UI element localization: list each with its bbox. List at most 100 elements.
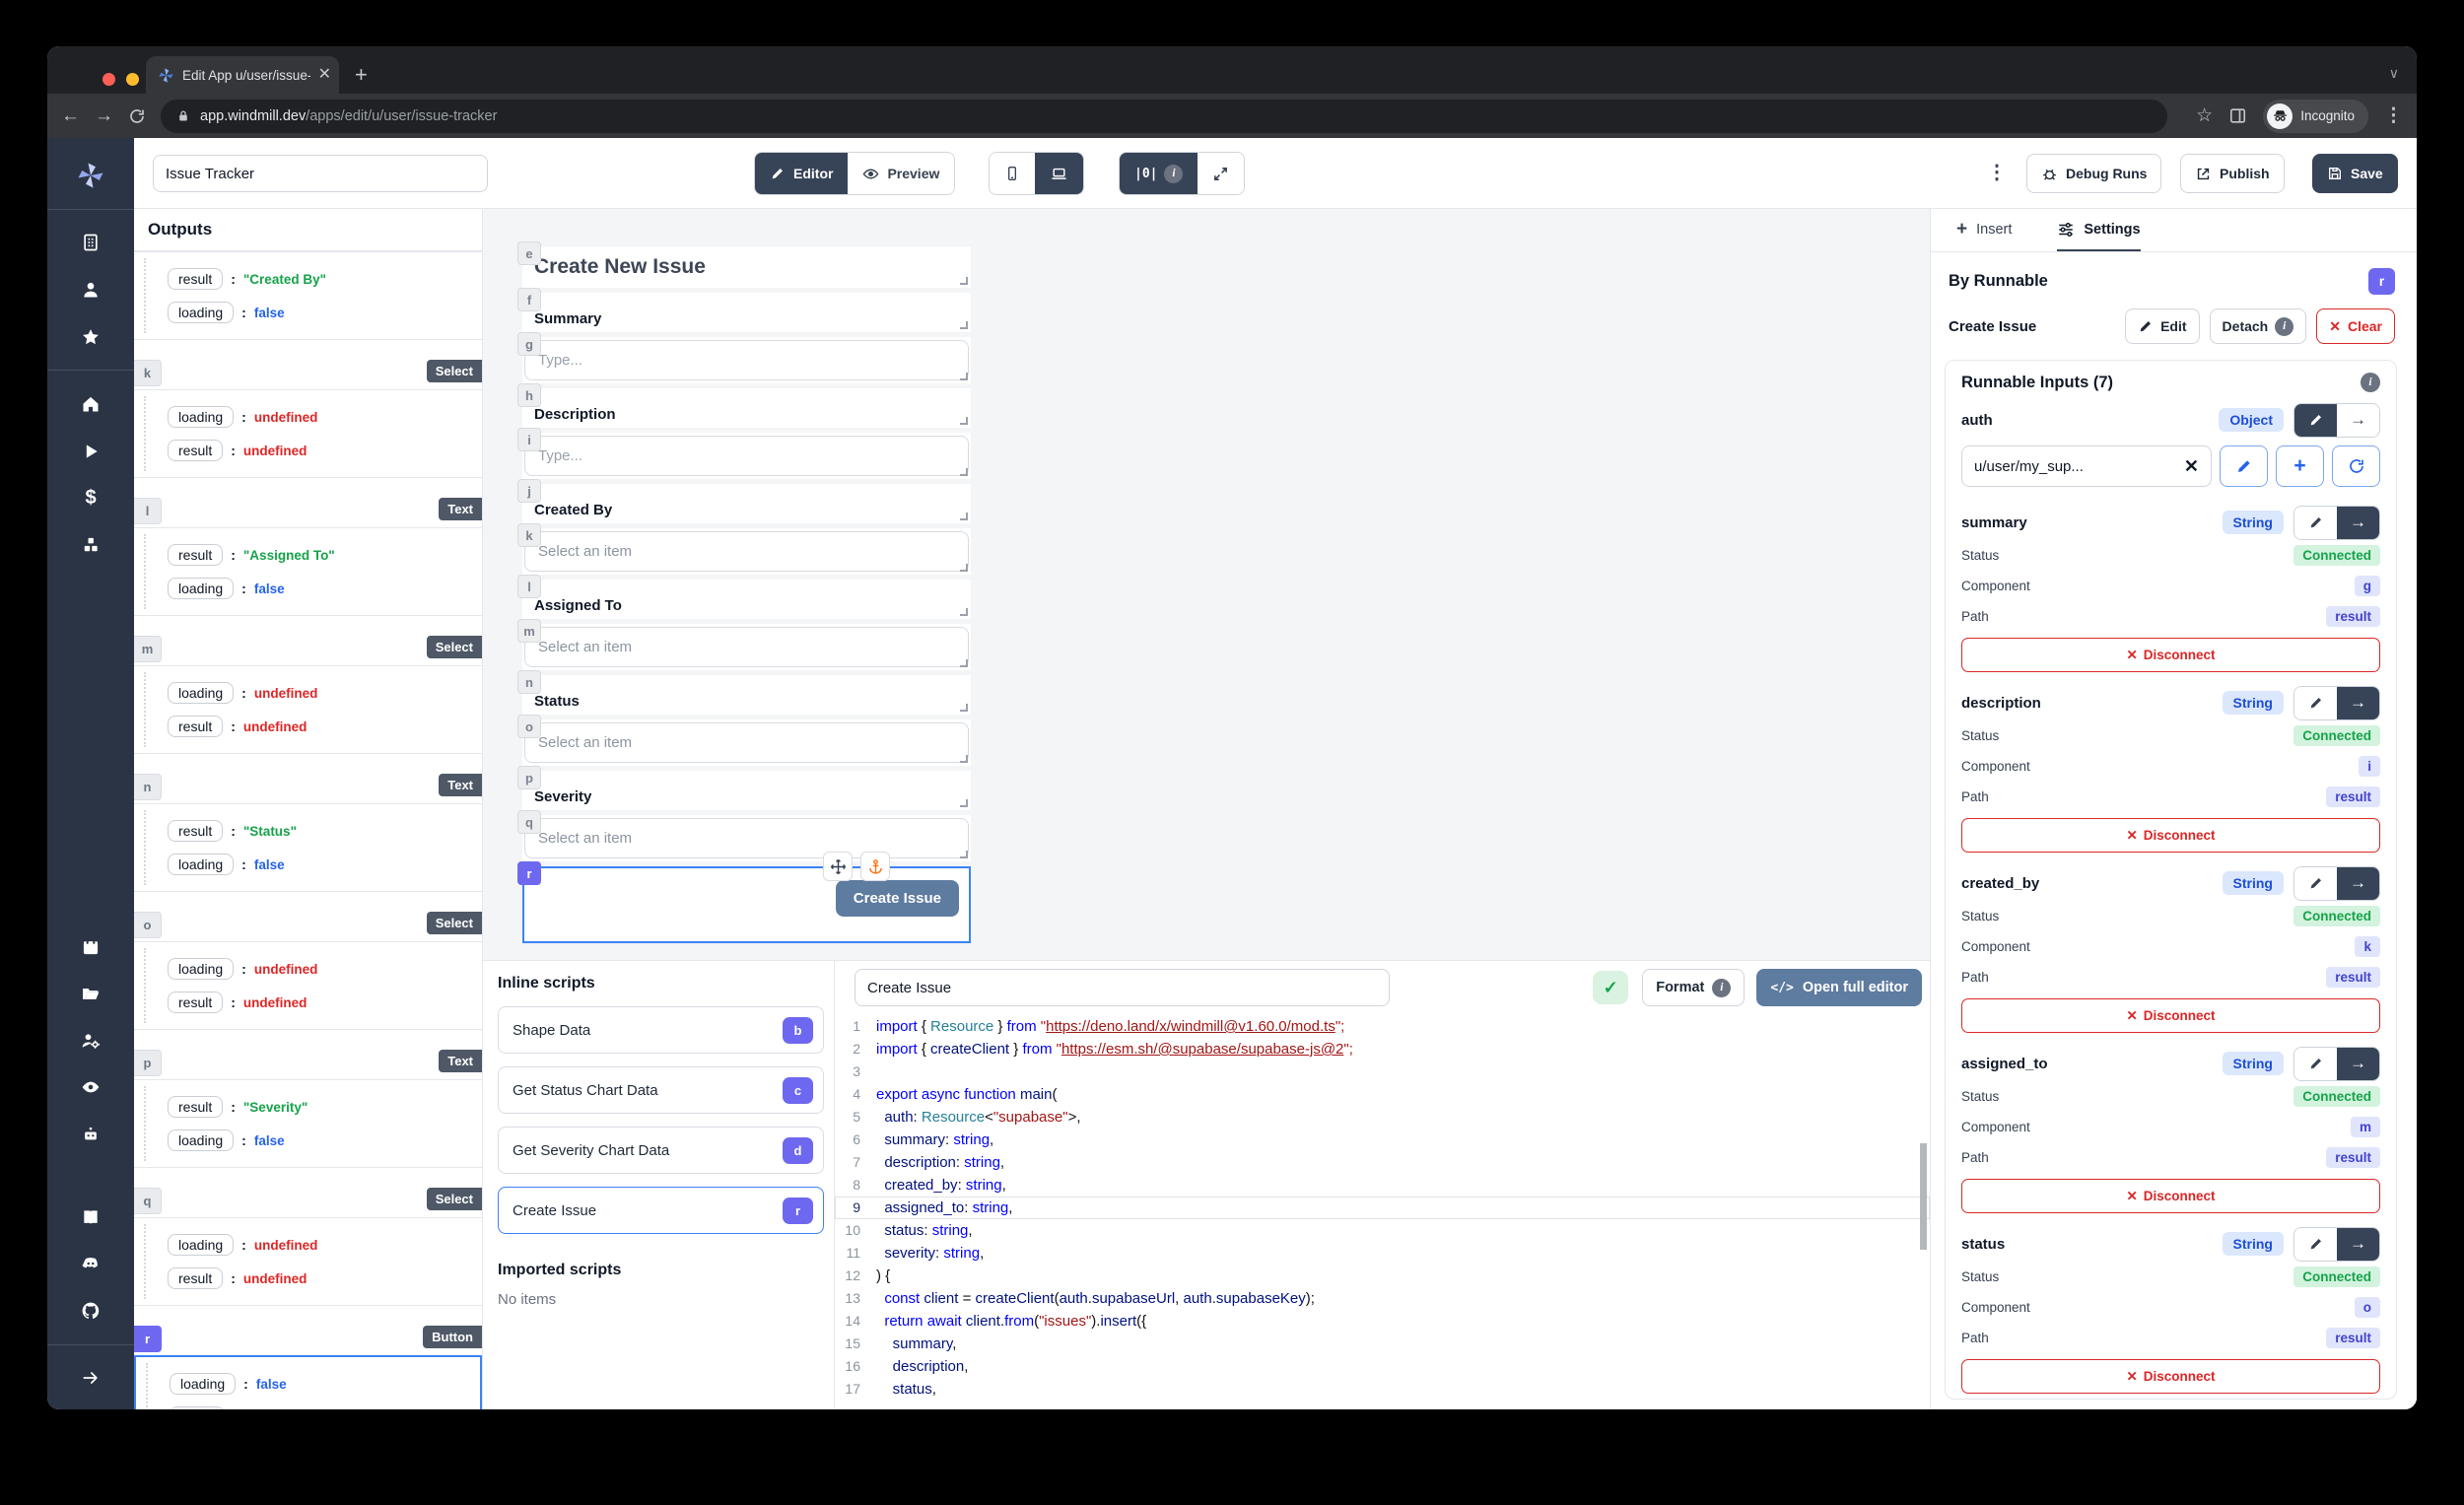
- inline-script-item[interactable]: Get Status Chart Datac: [498, 1066, 824, 1114]
- component-letter-badge[interactable]: e: [517, 241, 541, 265]
- canvas-field-label[interactable]: Assigned To: [522, 580, 971, 619]
- output-key-pill[interactable]: loading: [168, 682, 234, 704]
- code-line[interactable]: 2import { createClient } from "https://e…: [835, 1038, 1930, 1060]
- close-window-button[interactable]: [103, 73, 115, 86]
- connect-mode-button[interactable]: →: [2337, 867, 2379, 900]
- code-line[interactable]: 12) {: [835, 1265, 1930, 1287]
- connect-mode-button[interactable]: →: [2337, 1228, 2379, 1261]
- component-letter-badge[interactable]: n: [517, 670, 541, 694]
- inline-script-item[interactable]: Get Severity Chart Datad: [498, 1127, 824, 1174]
- canvas-component-j[interactable]: jCreated By: [522, 484, 971, 523]
- browser-tab[interactable]: Edit App u/user/issue-tracker | ✕: [146, 56, 339, 94]
- close-tab-icon[interactable]: ✕: [318, 67, 331, 83]
- editor-scrollbar[interactable]: [1920, 1143, 1927, 1250]
- clear-resource-icon[interactable]: ✕: [2184, 456, 2199, 477]
- side-panel-icon[interactable]: [2228, 106, 2247, 125]
- code-line[interactable]: 14 return await client.from("issues").in…: [835, 1310, 1930, 1333]
- static-mode-button[interactable]: [2294, 1228, 2337, 1261]
- resize-handle[interactable]: [960, 851, 968, 858]
- output-key-pill[interactable]: result: [168, 1267, 223, 1289]
- output-key-pill[interactable]: result: [168, 716, 223, 737]
- connect-mode-button[interactable]: →: [2337, 1048, 2379, 1080]
- disconnect-button[interactable]: ✕Disconnect: [1961, 1359, 2380, 1394]
- resize-handle[interactable]: [960, 513, 968, 520]
- resize-handle[interactable]: [960, 704, 968, 712]
- refresh-resource-button[interactable]: [2332, 445, 2380, 487]
- move-icon[interactable]: [823, 852, 853, 881]
- connect-mode-button[interactable]: →: [2337, 404, 2379, 437]
- forward-icon[interactable]: →: [95, 106, 113, 125]
- static-mode-button[interactable]: [2294, 687, 2337, 719]
- component-letter-badge[interactable]: h: [517, 383, 541, 407]
- new-tab-button[interactable]: +: [355, 64, 368, 86]
- canvas-component-q[interactable]: qSelect an item: [522, 815, 971, 861]
- sidebar-item-star[interactable]: [47, 313, 134, 361]
- component-id-badge[interactable]: k: [134, 360, 162, 386]
- fullscreen-button[interactable]: [1198, 153, 1244, 194]
- preview-tab[interactable]: Preview: [848, 153, 954, 194]
- add-resource-button[interactable]: +: [2276, 445, 2324, 487]
- resize-handle[interactable]: [960, 277, 968, 285]
- code-line[interactable]: 9 assigned_to: string,: [835, 1197, 1930, 1219]
- static-mode-button[interactable]: [2294, 1048, 2337, 1080]
- output-key-pill[interactable]: loading: [168, 302, 234, 323]
- canvas-text-input[interactable]: Type...: [524, 436, 969, 476]
- static-mode-button[interactable]: [2294, 404, 2337, 437]
- save-button[interactable]: Save: [2312, 154, 2398, 193]
- code-editor[interactable]: 1import { Resource } from "https://deno.…: [835, 1012, 1930, 1402]
- open-full-editor-button[interactable]: </>Open full editor: [1756, 969, 1922, 1006]
- resize-handle[interactable]: [960, 608, 968, 616]
- component-letter-badge[interactable]: m: [517, 619, 541, 643]
- toggle-outputs-button[interactable]: |0|i: [1120, 153, 1198, 194]
- code-line[interactable]: 4export async function main(: [835, 1083, 1930, 1106]
- canvas-select-input[interactable]: Select an item: [524, 531, 969, 572]
- output-key-pill[interactable]: result: [168, 440, 223, 461]
- canvas-field-label[interactable]: Severity: [522, 771, 971, 810]
- canvas-field-label[interactable]: Summary: [522, 293, 971, 332]
- create-issue-button[interactable]: Create Issue: [836, 880, 959, 917]
- format-button[interactable]: Formati: [1642, 969, 1745, 1006]
- component-id-badge[interactable]: n: [134, 774, 162, 800]
- resize-handle[interactable]: [960, 417, 968, 425]
- output-key-pill[interactable]: loading: [168, 1129, 234, 1151]
- canvas-component-p[interactable]: pSeverity: [522, 771, 971, 810]
- canvas-component-n[interactable]: nStatus: [522, 675, 971, 715]
- canvas-component-i[interactable]: iType...: [522, 433, 971, 479]
- sidebar-item-home[interactable]: [47, 380, 134, 428]
- static-mode-button[interactable]: [2294, 507, 2337, 539]
- component-letter-badge[interactable]: j: [517, 479, 541, 503]
- canvas-component-l[interactable]: lAssigned To: [522, 580, 971, 619]
- canvas-text-input[interactable]: Type...: [524, 340, 969, 380]
- resize-handle[interactable]: [960, 659, 968, 667]
- component-letter-badge[interactable]: g: [517, 332, 541, 356]
- component-letter-badge[interactable]: k: [517, 523, 541, 547]
- output-key-pill[interactable]: loading: [168, 1234, 234, 1256]
- app-canvas[interactable]: eCreate New IssuefSummarygType...hDescri…: [483, 209, 1930, 961]
- code-line[interactable]: 8 created_by: string,: [835, 1174, 1930, 1197]
- canvas-select-input[interactable]: Select an item: [524, 627, 969, 667]
- output-key-pill[interactable]: loading: [170, 1373, 236, 1395]
- component-id-badge[interactable]: m: [134, 636, 162, 662]
- output-key-pill[interactable]: result: [170, 1406, 225, 1409]
- inline-script-item[interactable]: Shape Datab: [498, 1006, 824, 1054]
- clear-button[interactable]: ✕Clear: [2316, 308, 2395, 344]
- resize-handle[interactable]: [960, 799, 968, 807]
- edit-resource-button[interactable]: [2220, 445, 2268, 487]
- code-line[interactable]: 13 const client = createClient(auth.supa…: [835, 1287, 1930, 1310]
- resize-handle[interactable]: [960, 564, 968, 572]
- canvas-select-input[interactable]: Select an item: [524, 818, 969, 858]
- connect-mode-button[interactable]: →: [2337, 687, 2379, 719]
- address-bar[interactable]: app.windmill.dev/apps/edit/u/user/issue-…: [161, 100, 2167, 133]
- resize-handle[interactable]: [960, 755, 968, 763]
- output-key-pill[interactable]: loading: [168, 854, 234, 875]
- more-options-icon[interactable]: ⋮: [1987, 160, 2007, 184]
- component-letter-badge[interactable]: p: [517, 766, 541, 789]
- canvas-component-f[interactable]: fSummary: [522, 293, 971, 332]
- code-line[interactable]: 6 summary: string,: [835, 1129, 1930, 1151]
- selected-button-component[interactable]: Create Issue: [522, 866, 971, 943]
- canvas-field-label[interactable]: Created By: [522, 484, 971, 523]
- code-line[interactable]: 1import { Resource } from "https://deno.…: [835, 1015, 1930, 1038]
- canvas-field-label[interactable]: Status: [522, 675, 971, 715]
- canvas-component-o[interactable]: oSelect an item: [522, 719, 971, 766]
- code-line[interactable]: 17 status,: [835, 1378, 1930, 1401]
